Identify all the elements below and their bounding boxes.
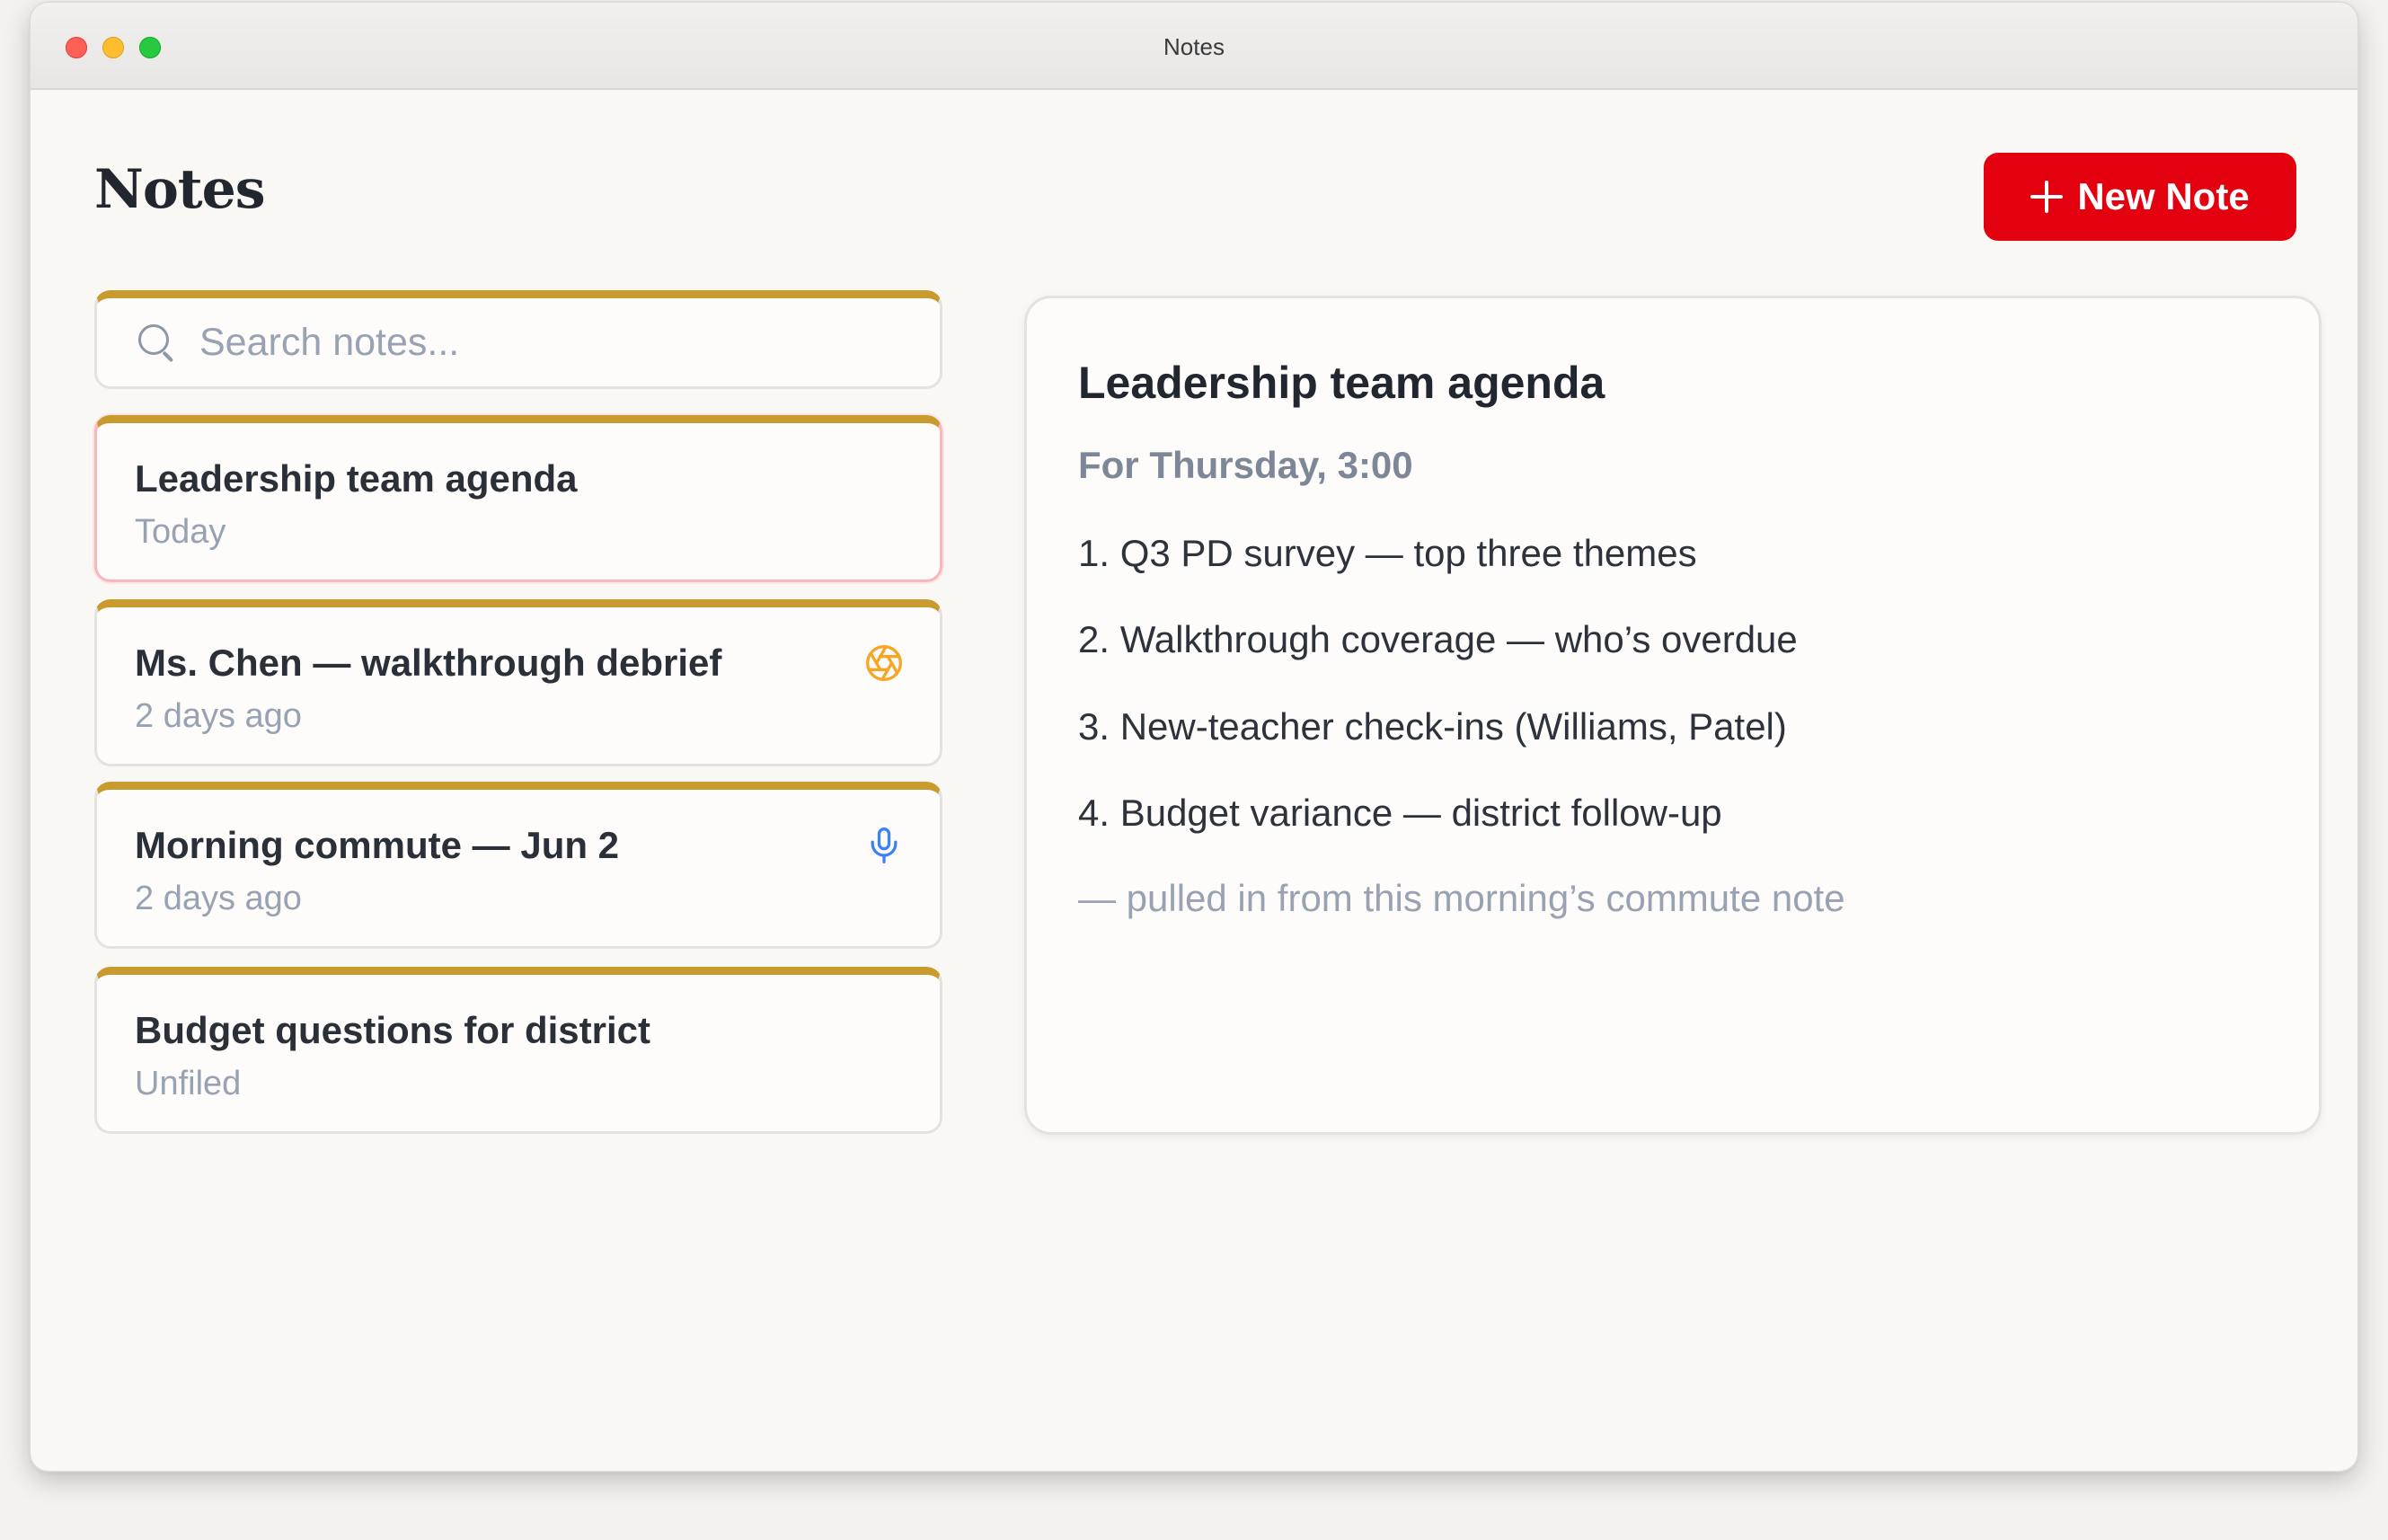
new-note-label: New Note (2077, 175, 2250, 217)
microphone-icon (871, 828, 898, 863)
note-title: Budget questions for district (135, 1009, 651, 1051)
title-bar: Notes (31, 3, 2357, 90)
note-title: Leadership team agenda (135, 457, 578, 500)
page-title: Notes (94, 158, 266, 221)
note-detail-title: Leadership team agenda (1078, 358, 1605, 408)
app-window: Notes Notes New Note Leadership team age… (31, 3, 2357, 1471)
note-title: Morning commute — Jun 2 (135, 824, 620, 866)
note-date: Today (135, 513, 226, 551)
agenda-item: 1. Q3 PD survey — top three themes (1078, 532, 1697, 574)
new-note-button[interactable]: New Note (1984, 153, 2296, 241)
search-icon (137, 323, 176, 362)
note-date: Unfiled (135, 1065, 242, 1102)
agenda-item: 3. New-teacher check-ins (Williams, Pate… (1078, 705, 1787, 748)
note-card-morning-commute[interactable]: Morning commute — Jun 2 2 days ago (94, 782, 942, 949)
search-bar[interactable] (94, 290, 942, 389)
window-title: Notes (1163, 33, 1225, 60)
note-date: 2 days ago (135, 880, 302, 917)
note-title: Ms. Chen — walkthrough debrief (135, 642, 722, 684)
note-detail-footnote: — pulled in from this morning’s commute … (1078, 877, 1845, 919)
note-card-leadership-team-agenda[interactable]: Leadership team agenda Today (94, 415, 942, 582)
note-detail-subtitle: For Thursday, 3:00 (1078, 444, 1413, 486)
note-card-budget-questions[interactable]: Budget questions for district Unfiled (94, 967, 942, 1134)
camera-aperture-icon (866, 645, 902, 681)
note-detail-panel[interactable]: Leadership team agenda For Thursday, 3:0… (1024, 296, 2322, 1135)
plus-icon (2030, 181, 2064, 213)
agenda-item: 4. Budget variance — district follow-up (1078, 792, 1722, 834)
agenda-item: 2. Walkthrough coverage — who’s overdue (1078, 618, 1798, 660)
note-card-ms-chen-walkthrough-debrief[interactable]: Ms. Chen — walkthrough debrief 2 days ag… (94, 599, 942, 766)
note-date: 2 days ago (135, 697, 302, 735)
search-input[interactable] (198, 319, 884, 366)
